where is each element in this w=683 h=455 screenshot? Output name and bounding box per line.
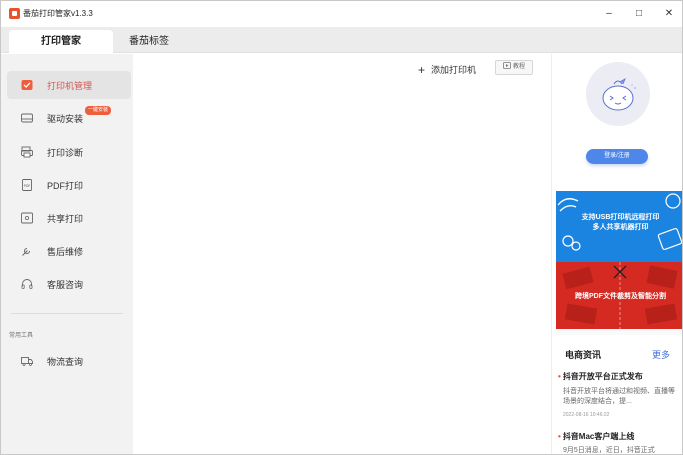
news-item-body: 9月5日消息，近日，抖音正式 [563,447,655,454]
tab-print-manager[interactable]: 打印管家 [9,30,113,53]
sidebar-item-label: PDF打印 [47,181,84,191]
minimize-button[interactable]: – [597,5,621,23]
plus-icon: + [418,63,426,77]
sidebar-item-label: 打印机管理 [47,81,93,91]
news-item-date: 2022-08-16 10:46:22 [563,412,610,418]
sidebar-item-label: 客服咨询 [47,280,84,290]
tools-section-label: 常用工具 [9,333,34,339]
sidebar-item-share-print[interactable]: 共享打印 [7,204,131,232]
avatar[interactable] [586,62,650,126]
news-item-body: 抖音开放平台将通过和视频、直播等场景的深度结合，提... [563,388,675,405]
ad-1-text: 支持USB打印机远程打印 多人共享机器打印 [564,213,677,233]
printer-check-icon [21,80,33,90]
one-click-install-badge[interactable]: 一键安装 [85,106,112,115]
pdf-icon: PDF [22,179,32,191]
sidebar-item-logistics[interactable]: 物流查询 [7,347,131,375]
login-register-button[interactable]: 登录/注册 [586,149,648,164]
tutorial-label: 教程 [512,64,525,70]
news-item-headline[interactable]: 抖音开放平台正式发布 [558,371,643,382]
maximize-button[interactable]: □ [627,5,651,23]
sidebar-item-label: 驱动安装 [47,114,84,124]
news-item-headline[interactable]: 抖音Mac客户端上线 [558,431,635,442]
headset-icon [21,279,33,289]
news-more-link[interactable]: 更多 [652,348,670,361]
svg-text:PDF: PDF [24,184,31,188]
sidebar-item-customer-service[interactable]: 客服咨询 [7,270,131,298]
ad-banner-stack: 支持USB打印机远程打印 多人共享机器打印 跨境PDF文件裁剪及智能分割 [556,191,682,335]
sidebar-item-label: 物流查询 [47,357,84,367]
sidebar-item-pdf-print[interactable]: PDF PDF打印 [7,171,131,199]
title-bar: 番茄打印管家v1.3.3 – □ ✕ [1,1,682,27]
wrench-icon [22,248,30,256]
truck-icon [21,357,33,366]
add-printer-label: 添加打印机 [431,65,477,75]
ad-2-text: 跨境PDF文件裁剪及智能分割 [575,293,666,300]
driver-drive-icon [21,113,33,123]
app-title: 番茄打印管家v1.3.3 [23,9,93,18]
ad-banner-pdf-split[interactable]: 跨境PDF文件裁剪及智能分割 [556,262,682,329]
ad-banner-remote-print[interactable]: 支持USB打印机远程打印 多人共享机器打印 [556,191,682,262]
sidebar: 打印机管理 驱动安装 一键安装 打印诊断 PDF PDF打印 共享打印 售后维修… [1,54,133,454]
sidebar-item-driver-install[interactable]: 驱动安装 一键安装 [7,104,131,132]
app-window: 番茄打印管家v1.3.3 – □ ✕ 打印管家 番茄标签 打印机管理 驱动安装 … [0,0,683,455]
sidebar-item-label: 打印诊断 [47,148,84,158]
sidebar-item-printer-management[interactable]: 打印机管理 [7,71,131,99]
share-icon [21,212,33,224]
sidebar-item-after-sales[interactable]: 售后维修 [7,237,131,265]
ad-1-line2: 多人共享机器打印 [592,224,649,231]
app-logo-icon [9,8,20,19]
main-content: + 添加打印机 教程 [133,54,551,454]
news-section-title: 电商资讯 [565,350,602,360]
close-button[interactable]: ✕ [657,5,681,23]
sidebar-item-label: 共享打印 [47,214,84,224]
tutorial-button[interactable]: 教程 [495,60,533,75]
add-printer-button[interactable]: + 添加打印机 [418,62,477,77]
tab-bar: 打印管家 番茄标签 [1,27,682,53]
play-icon [503,62,511,69]
tab-fanqie-label[interactable]: 番茄标签 [121,30,177,53]
sidebar-item-label: 售后维修 [47,247,84,257]
sidebar-divider [11,313,123,314]
diagnose-icon [21,146,33,158]
sidebar-item-print-diagnose[interactable]: 打印诊断 [7,138,131,166]
right-panel: 登录/注册 支持USB打印机远程打印 多人共享机器打印 跨境PDF文件裁剪及智能… [551,54,682,454]
ad-1-line1: 支持USB打印机远程打印 [581,214,660,221]
tomato-mascot-icon [602,78,636,111]
